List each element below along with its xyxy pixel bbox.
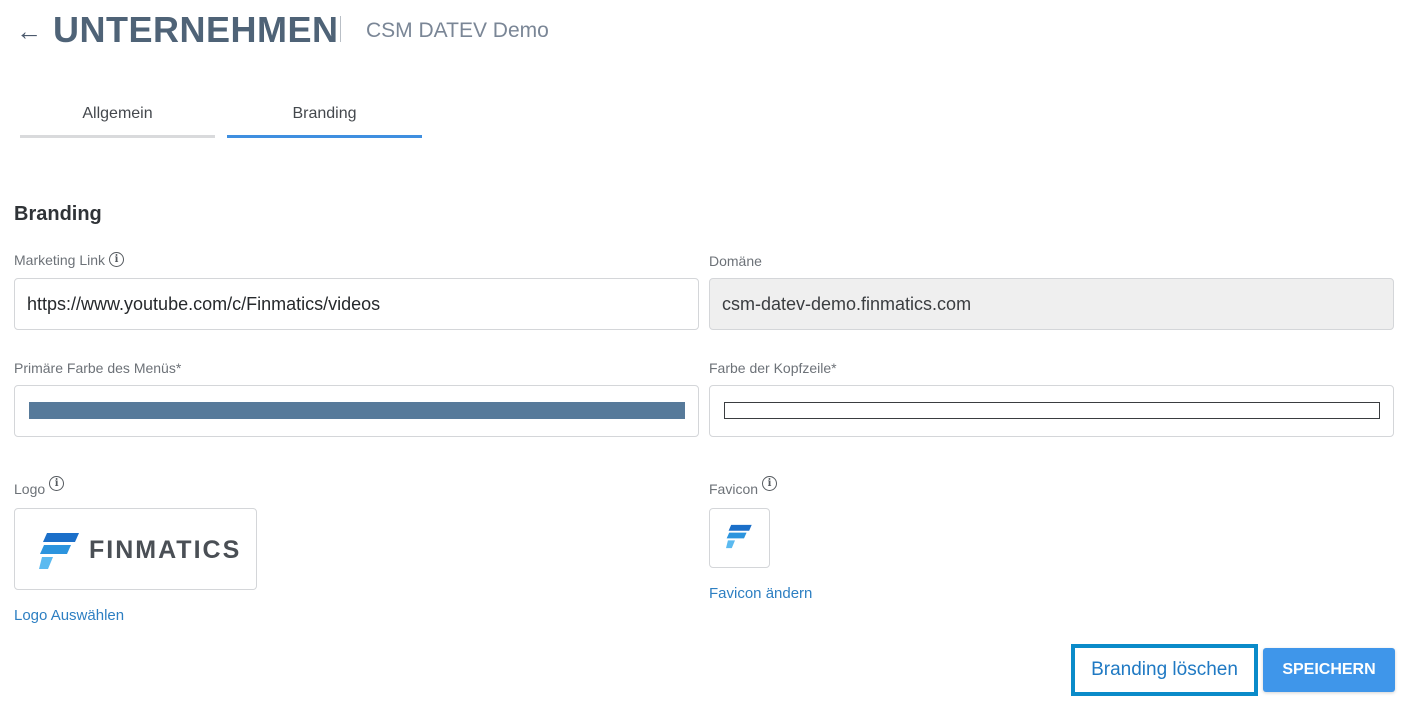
marketing-link-info-icon[interactable]: i	[109, 252, 125, 267]
marketing-link-label: Marketing Link	[14, 252, 106, 268]
logo-label-row: Logo i	[14, 476, 65, 499]
domain-field: csm-datev-demo.finmatics.com	[709, 278, 1394, 330]
select-logo-link[interactable]: Logo Auswählen	[14, 606, 124, 626]
domain-label: Domäne	[709, 253, 762, 269]
primary-color-swatch	[29, 402, 685, 419]
delete-branding-button[interactable]: Branding löschen	[1071, 644, 1258, 696]
header-color-picker[interactable]	[709, 385, 1394, 437]
tab-branding[interactable]: Branding	[227, 96, 422, 138]
favicon-label: Favicon	[709, 481, 759, 497]
header-color-swatch	[724, 402, 1380, 419]
header-color-label: Farbe der Kopfzeile*	[709, 360, 837, 376]
logo-label: Logo	[14, 481, 46, 497]
favicon-info-icon[interactable]: i	[762, 476, 778, 491]
page-title: UNTERNEHMEN	[53, 9, 339, 50]
marketing-link-label-row: Marketing Link i	[14, 250, 125, 270]
favicon-label-row: Favicon i	[709, 476, 778, 499]
logo-preview[interactable]: FINMATICS	[14, 508, 257, 590]
section-title: Branding	[14, 203, 102, 225]
favicon-preview[interactable]	[709, 508, 770, 568]
save-button[interactable]: SPEICHERN	[1263, 648, 1395, 692]
change-favicon-link[interactable]: Favicon ändern	[709, 584, 812, 604]
tab-allgemein[interactable]: Allgemein	[20, 96, 215, 138]
primary-color-picker[interactable]	[14, 385, 699, 437]
marketing-link-input[interactable]	[14, 278, 699, 330]
finmatics-logo-mark-icon	[39, 533, 79, 569]
company-name-subtitle: CSM DATEV Demo	[366, 19, 549, 42]
back-arrow-icon[interactable]: ←	[16, 14, 42, 48]
title-divider	[340, 16, 341, 42]
logo-info-icon[interactable]: i	[49, 476, 65, 491]
finmatics-favicon-icon	[726, 524, 752, 549]
primary-color-label: Primäre Farbe des Menüs*	[14, 360, 182, 376]
logo-wordmark: FINMATICS	[89, 536, 242, 564]
